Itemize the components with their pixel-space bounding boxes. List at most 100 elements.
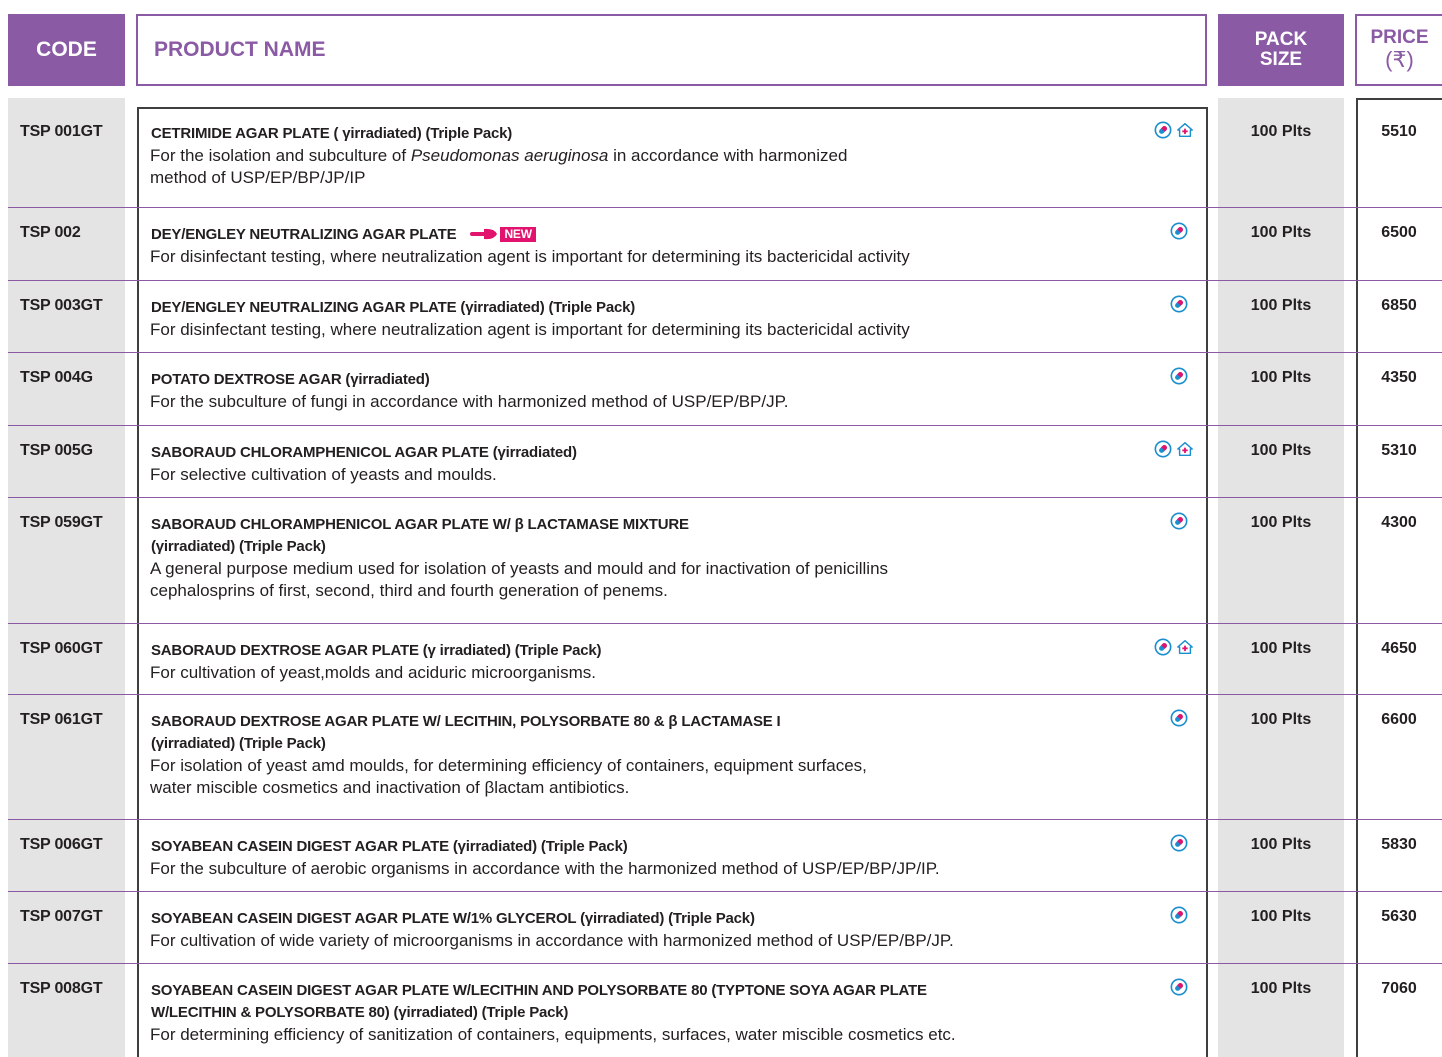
- product-code: TSP 007GT: [20, 908, 103, 925]
- hospital-icon: [1176, 440, 1194, 463]
- product-code: TSP 002: [20, 224, 81, 241]
- price: 5630: [1381, 908, 1417, 925]
- product-description: For isolation of yeast amd moulds, for d…: [150, 755, 1190, 799]
- description-text: For disinfectant testing, where neutrali…: [150, 320, 910, 339]
- column-header-product-name-label: PRODUCT NAME: [154, 38, 326, 61]
- pack-size: 100 Plts: [1250, 369, 1312, 386]
- description-text: For determining efficiency of sanitizati…: [150, 1025, 956, 1044]
- product-title: SOYABEAN CASEIN DIGEST AGAR PLATE W/1% G…: [151, 908, 1091, 930]
- application-icons: [1154, 440, 1194, 463]
- pack-size: 100 Plts: [1250, 123, 1312, 140]
- description-text: For cultivation of wide variety of micro…: [150, 931, 954, 950]
- price: 4300: [1381, 514, 1417, 531]
- row-divider: [8, 623, 1442, 624]
- product-description: For cultivation of wide variety of micro…: [150, 930, 1190, 952]
- product-title-line: POTATO DEXTROSE AGAR (γirradiated): [151, 371, 430, 388]
- application-icons: [1170, 512, 1188, 535]
- pharma-icon: [1170, 834, 1188, 857]
- price: 4650: [1381, 640, 1417, 657]
- pharma-icon: [1170, 367, 1188, 390]
- product-title-line: (γirradiated) (Triple Pack): [151, 735, 326, 752]
- pharma-icon: [1170, 709, 1188, 732]
- price: 5510: [1381, 123, 1417, 140]
- description-text: For the isolation and subculture of: [150, 146, 411, 165]
- description-text: For the subculture of fungi in accordanc…: [150, 392, 789, 411]
- product-title-line: W/LECITHIN & POLYSORBATE 80) (γirradiate…: [151, 1004, 569, 1021]
- product-description: For determining efficiency of sanitizati…: [150, 1024, 1190, 1046]
- pharma-icon: [1170, 978, 1188, 1001]
- description-text: For disinfectant testing, where neutrali…: [150, 247, 910, 266]
- price: 6500: [1381, 224, 1417, 241]
- new-badge: NEW: [470, 226, 536, 242]
- product-title: POTATO DEXTROSE AGAR (γirradiated): [151, 369, 1091, 391]
- row-divider: [8, 207, 1442, 208]
- price: 6600: [1381, 711, 1417, 728]
- product-title: SOYABEAN CASEIN DIGEST AGAR PLATE (γirra…: [151, 836, 1091, 858]
- pack-size: 100 Plts: [1250, 711, 1312, 728]
- product-title-line: SABORAUD CHLORAMPHENICOL AGAR PLATE W/ β…: [151, 516, 689, 533]
- column-header-currency-label: (₹): [1385, 47, 1414, 72]
- column-header-pack-size: PACK SIZE: [1218, 14, 1344, 86]
- pharma-icon: [1154, 121, 1172, 144]
- pack-size: 100 Plts: [1250, 297, 1312, 314]
- pharma-icon: [1170, 295, 1188, 318]
- pack-size: 100 Plts: [1250, 514, 1312, 531]
- product-description: For the subculture of fungi in accordanc…: [150, 391, 1190, 413]
- application-icons: [1170, 906, 1188, 929]
- description-text: For selective cultivation of yeasts and …: [150, 465, 497, 484]
- product-code: TSP 061GT: [20, 711, 103, 728]
- pharma-icon: [1154, 638, 1172, 661]
- price: 6850: [1381, 297, 1417, 314]
- row-divider: [8, 280, 1442, 281]
- column-header-pack-label: PACK: [1254, 29, 1308, 50]
- new-badge-label: NEW: [500, 226, 536, 242]
- organism-name: Pseudomonas aeruginosa: [410, 146, 609, 165]
- product-title: SOYABEAN CASEIN DIGEST AGAR PLATE W/LECI…: [151, 980, 1091, 1024]
- product-title: SABORAUD CHLORAMPHENICOL AGAR PLATE (γir…: [151, 442, 1091, 464]
- column-header-code: CODE: [8, 14, 125, 86]
- pharma-icon: [1170, 906, 1188, 929]
- row-divider: [8, 352, 1442, 353]
- row-divider: [8, 963, 1442, 964]
- column-header-size-label: SIZE: [1259, 49, 1303, 70]
- description-text: in accordance with harmonized: [608, 146, 848, 165]
- application-icons: [1154, 121, 1194, 144]
- row-divider: [8, 425, 1442, 426]
- column-header-price-label: PRICE: [1370, 27, 1429, 48]
- product-title-line: SOYABEAN CASEIN DIGEST AGAR PLATE W/1% G…: [151, 910, 755, 927]
- product-description: For disinfectant testing, where neutrali…: [150, 246, 1190, 268]
- product-title-line: SABORAUD DEXTROSE AGAR PLATE (γ irradiat…: [151, 642, 602, 659]
- product-title: DEY/ENGLEY NEUTRALIZING AGAR PLATE (γirr…: [151, 297, 1091, 319]
- product-code: TSP 006GT: [20, 836, 103, 853]
- application-icons: [1170, 709, 1188, 732]
- product-title-line: DEY/ENGLEY NEUTRALIZING AGAR PLATE (γirr…: [151, 299, 636, 316]
- description-text: method of USP/EP/BP/JP/IP: [150, 168, 366, 187]
- product-description: For the isolation and subculture of Pseu…: [150, 145, 1190, 189]
- product-code: TSP 008GT: [20, 980, 103, 997]
- column-header-price: PRICE (₹): [1355, 14, 1442, 86]
- pack-size: 100 Plts: [1250, 442, 1312, 459]
- description-text: For isolation of yeast amd moulds, for d…: [150, 756, 867, 775]
- pack-size: 100 Plts: [1250, 908, 1312, 925]
- row-divider: [8, 694, 1442, 695]
- product-title: SABORAUD DEXTROSE AGAR PLATE (γ irradiat…: [151, 640, 1091, 662]
- product-description: A general purpose medium used for isolat…: [150, 558, 1190, 602]
- application-icons: [1170, 367, 1188, 390]
- pack-size: 100 Plts: [1250, 640, 1312, 657]
- product-title: CETRIMIDE AGAR PLATE ( γirradiated) (Tri…: [151, 123, 1091, 145]
- product-title-line: SOYABEAN CASEIN DIGEST AGAR PLATE W/LECI…: [151, 982, 927, 999]
- pack-size: 100 Plts: [1250, 224, 1312, 241]
- price: 4350: [1381, 369, 1417, 386]
- hospital-icon: [1176, 638, 1194, 661]
- product-title-line: SOYABEAN CASEIN DIGEST AGAR PLATE (γirra…: [151, 838, 628, 855]
- application-icons: [1154, 638, 1194, 661]
- price: 7060: [1381, 980, 1417, 997]
- product-title-line: SABORAUD DEXTROSE AGAR PLATE W/ LECITHIN…: [151, 713, 781, 730]
- product-title: SABORAUD CHLORAMPHENICOL AGAR PLATE W/ β…: [151, 514, 1091, 558]
- description-text: cephalosprins of first, second, third an…: [150, 581, 668, 600]
- application-icons: [1170, 978, 1188, 1001]
- description-text: For the subculture of aerobic organisms …: [150, 859, 940, 878]
- description-text: water miscible cosmetics and inactivatio…: [150, 778, 630, 797]
- product-code: TSP 001GT: [20, 123, 103, 140]
- pack-size: 100 Plts: [1250, 980, 1312, 997]
